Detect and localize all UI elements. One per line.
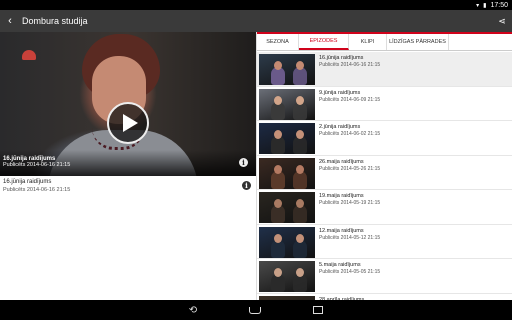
episode-thumbnail: [259, 226, 315, 258]
wifi-icon: ▾: [476, 2, 480, 9]
player-date: Publicēts 2014-06-16 21:15: [3, 162, 71, 168]
episode-title: 19.maija raidījums: [319, 193, 364, 199]
details-date: Publicēts 2014-06-16 21:15: [3, 187, 71, 193]
episode-title: 2.jūnija raidījums: [319, 124, 361, 130]
battery-icon: ▮: [483, 2, 487, 9]
episode-date: Publicēts 2014-05-12 21:15: [319, 234, 381, 241]
episode-title: 5.maija raidījums: [319, 262, 361, 268]
thumb-head: [274, 199, 282, 208]
episode-date: Publicēts 2014-05-19 21:15: [319, 200, 381, 206]
episode-thumbnail: [259, 157, 315, 189]
player-panel: 16.jūnija raidījums Publicēts 2014-06-16…: [0, 32, 256, 300]
episode-list: 16.jūnija raidījums Publicēts 2014-06-16 …: [257, 52, 512, 300]
episode-title: 26.maija raidījums: [319, 158, 364, 165]
info-icon[interactable]: i: [239, 158, 248, 167]
episodes-panel: SEZONA EPIZODES KLIPI LĪDZĪGAS PĀRRADES …: [257, 32, 512, 300]
episode-date: Publicēts 2014-06-09 21:15: [319, 96, 381, 103]
episode-title: 12.maija raidījums: [319, 227, 364, 234]
thumb-head: [274, 61, 282, 70]
thumb-head: [274, 130, 282, 139]
episode-row[interactable]: 2.jūnija raidījums Publicēts 2014-06-02 2…: [257, 121, 512, 156]
thumb-head: [296, 164, 304, 174]
video-player[interactable]: 16.jūnija raidījums Publicēts 2014-06-16…: [0, 32, 256, 176]
episode-row[interactable]: 16.jūnija raidījums Publicēts 2014-06-16 …: [257, 52, 512, 87]
share-icon[interactable]: ⋖: [492, 16, 512, 27]
thumb-head: [296, 268, 304, 277]
episode-details: 16.jūnija raidījums Publicēts 2014-06-16…: [0, 178, 256, 198]
app-bar: ‹ Dombura studija ⋖: [0, 10, 512, 32]
episode-row[interactable]: 26.maija raidījums Publicēts 2014-05-26 2…: [257, 156, 512, 190]
episode-row[interactable]: 19.maija raidījums Publicēts 2014-05-19 2…: [257, 190, 512, 225]
episode-row[interactable]: 5.maija raidījums Publicēts 2014-05-05 21…: [257, 259, 512, 294]
status-time: 17:50: [490, 1, 508, 9]
nav-home-icon[interactable]: [249, 306, 262, 314]
episode-title: 16.jūnija raidījums: [319, 55, 364, 61]
episode-row[interactable]: 12.maija raidījums Publicēts 2014-05-12 2…: [257, 225, 512, 259]
thumb-head: [296, 61, 304, 70]
back-arrow-icon[interactable]: ‹: [2, 15, 18, 27]
episode-thumbnail: [259, 192, 315, 223]
tab-bar: SEZONA EPIZODES KLIPI LĪDZĪGAS PĀRRADES: [257, 32, 512, 51]
tab-klipi[interactable]: KLIPI: [349, 34, 387, 50]
player-caption: 16.jūnija raidījums Publicēts 2014-06-16…: [3, 156, 70, 168]
episode-date: Publicēts 2014-05-05 21:15: [319, 269, 381, 275]
episode-title: 9.jūnija raidījums: [319, 89, 361, 96]
episode-date: Publicēts 2014-06-16 21:15: [319, 62, 381, 68]
thumb-head: [274, 233, 282, 243]
details-title: 16.jūnija raidījums: [3, 179, 52, 185]
app-title: Dombura studija: [22, 16, 88, 26]
episode-row[interactable]: 9.jūnija raidījums Publicēts 2014-06-09 2…: [257, 87, 512, 121]
thumb-head: [296, 95, 304, 105]
tab-epizodes[interactable]: EPIZODES: [299, 34, 349, 50]
tab-lidzigas-parrades[interactable]: LĪDZĪGAS PĀRRADES: [387, 34, 449, 50]
status-bar: ▾ ▮ 17:50: [0, 0, 512, 10]
episode-thumbnail: [259, 54, 315, 85]
thumb-head: [296, 130, 304, 139]
thumb-head: [274, 95, 282, 105]
thumb-head: [296, 199, 304, 208]
episode-date: Publicēts 2014-05-26 21:15: [319, 165, 381, 172]
system-nav-bar: ⟲: [0, 300, 512, 320]
tab-sezona[interactable]: SEZONA: [257, 34, 299, 50]
nav-recents-icon[interactable]: [313, 306, 324, 314]
lamp-shape: [22, 50, 36, 60]
play-icon[interactable]: [107, 102, 149, 144]
episode-date: Publicēts 2014-06-02 21:15: [319, 131, 381, 137]
thumb-head: [274, 164, 282, 174]
episode-thumbnail: [259, 123, 315, 154]
nav-back-icon[interactable]: ⟲: [189, 305, 197, 316]
thumb-head: [296, 233, 304, 243]
episode-thumbnail: [259, 88, 315, 120]
details-info-icon[interactable]: i: [242, 181, 251, 190]
episode-thumbnail: [259, 261, 315, 292]
thumb-head: [274, 268, 282, 277]
